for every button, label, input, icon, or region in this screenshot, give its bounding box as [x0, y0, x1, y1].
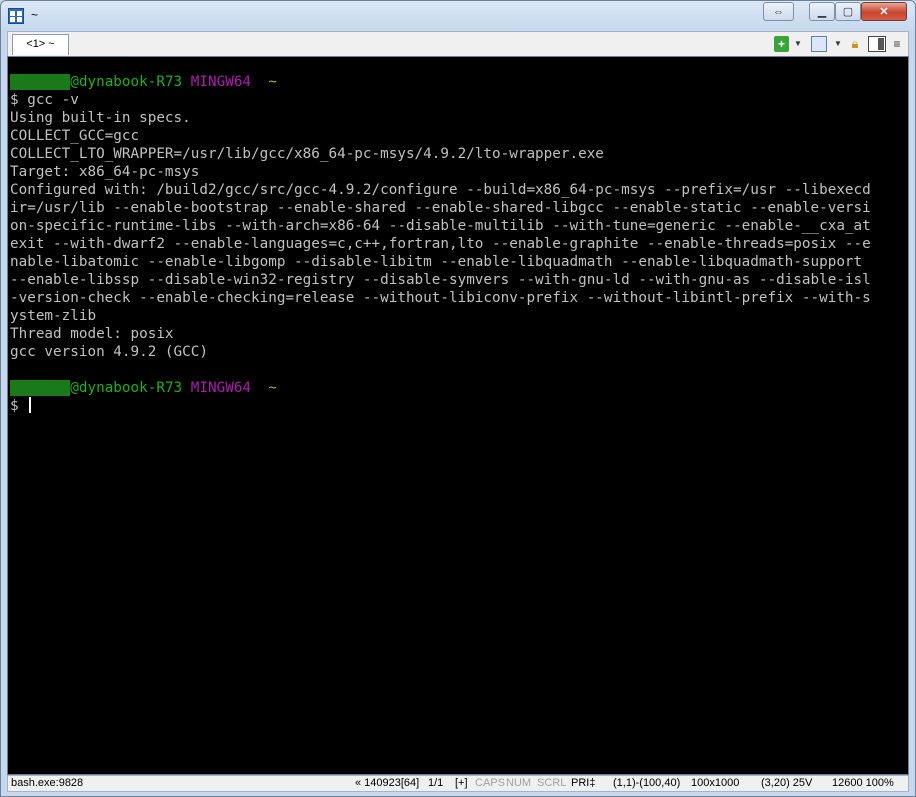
chevron-down-icon[interactable]: ▼ [833, 36, 843, 52]
system-name: MINGW64 [190, 74, 252, 90]
hostname: @dynabook-R73 [70, 74, 183, 90]
output-line: nable-libatomic --enable-libgomp --disab… [10, 254, 863, 270]
username-masked: XXXXXXX [10, 380, 71, 396]
close-icon: ✕ [879, 6, 889, 18]
status-cursor: (3,20) 25V [761, 777, 813, 789]
maximize-button[interactable]: ▢ [835, 2, 861, 21]
output-line: COLLECT_LTO_WRAPPER=/usr/lib/gcc/x86_64-… [10, 146, 604, 162]
input-line[interactable]: $ [10, 397, 908, 415]
restore-arrows-button[interactable]: ⇔ [763, 2, 794, 21]
current-directory: ~ [268, 380, 277, 396]
status-page: 1/1 [428, 777, 444, 789]
prompt-line: XXXXXXX@dynabook-R73 MINGW64 ~ [10, 73, 908, 91]
output-line: Using built-in specs. [10, 110, 191, 126]
output-line: --enable-libssp --disable-win32-registry… [10, 272, 871, 288]
output-line: gcc version 4.9.2 (GCC) [10, 344, 208, 360]
window-title: ~ [31, 8, 39, 22]
close-button[interactable]: ✕ [861, 2, 907, 21]
terminal-area[interactable]: XXXXXXX@dynabook-R73 MINGW64 ~ $ gcc -v … [7, 56, 909, 775]
lock-icon[interactable]: 🔒︎ [848, 36, 862, 52]
status-caps: CAPS [475, 777, 505, 789]
chevron-down-icon[interactable]: ▼ [793, 36, 803, 52]
conemu-window: ~ ⇔ ▁ ▢ ✕ <1> ~ + ▼ ▼ 🔒︎ ≡ XXXXXXX@dynab… [0, 0, 916, 797]
output-line: Target: x86_64-pc-msys [10, 164, 200, 180]
status-num: NUM [506, 777, 532, 789]
double-arrow-icon: ⇔ [773, 5, 784, 18]
tab-console-1[interactable]: <1> ~ [12, 34, 69, 55]
input-prompt: $ [10, 398, 28, 414]
minimize-icon: ▁ [817, 6, 827, 18]
output-line: COLLECT_GCC=gcc [10, 128, 140, 144]
status-range: (1,1)-(100,40) [613, 777, 681, 789]
status-bar: bash.exe:9828 « 140923[64] 1/1 [+] CAPS … [7, 775, 909, 792]
output-line: ystem-zlib [10, 308, 97, 324]
command-output: Using built-in specs. COLLECT_GCC=gcc COLL… [10, 109, 908, 361]
new-console-icon[interactable]: + [774, 36, 789, 52]
hostname: @dynabook-R73 [70, 380, 183, 396]
current-directory: ~ [268, 74, 277, 90]
output-line: -version-check --enable-checking=release… [10, 290, 871, 306]
menu-icon[interactable]: ≡ [890, 36, 904, 52]
system-name: MINGW64 [190, 380, 252, 396]
output-line: Thread model: posix [10, 326, 174, 342]
tab-bar: <1> ~ + ▼ ▼ 🔒︎ ≡ [7, 31, 909, 56]
status-pri[interactable]: PRI‡ [571, 776, 595, 791]
status-plus: [+] [455, 777, 468, 789]
title-bar[interactable]: ~ ⇔ ▁ ▢ ✕ [1, 1, 915, 31]
text-cursor [29, 397, 32, 413]
status-size: 100x1000 [691, 777, 740, 789]
window-app-icon [8, 8, 24, 24]
output-line: Configured with: /build2/gcc/src/gcc-4.9… [10, 182, 871, 198]
panel-icon[interactable] [868, 36, 886, 52]
output-line: exit --with-dwarf2 --enable-languages=c,… [10, 236, 871, 252]
username-masked: XXXXXXX [10, 74, 71, 90]
command-line: $ gcc -v [10, 92, 79, 108]
status-zoom[interactable]: 12600 100% [832, 776, 894, 791]
minimize-button[interactable]: ▁ [809, 2, 835, 21]
console-window-icon[interactable] [811, 36, 827, 52]
maximize-icon: ▢ [842, 6, 854, 18]
status-process[interactable]: bash.exe:9828 [11, 776, 83, 791]
status-scrl: SCRL [537, 777, 567, 789]
status-position: « 140923[64] [355, 777, 420, 789]
prompt-line: XXXXXXX@dynabook-R73 MINGW64 ~ [10, 379, 908, 397]
output-line: on-specific-runtime-libs --with-arch=x86… [10, 218, 871, 234]
output-line: ir=/usr/lib --enable-bootstrap --enable-… [10, 200, 871, 216]
